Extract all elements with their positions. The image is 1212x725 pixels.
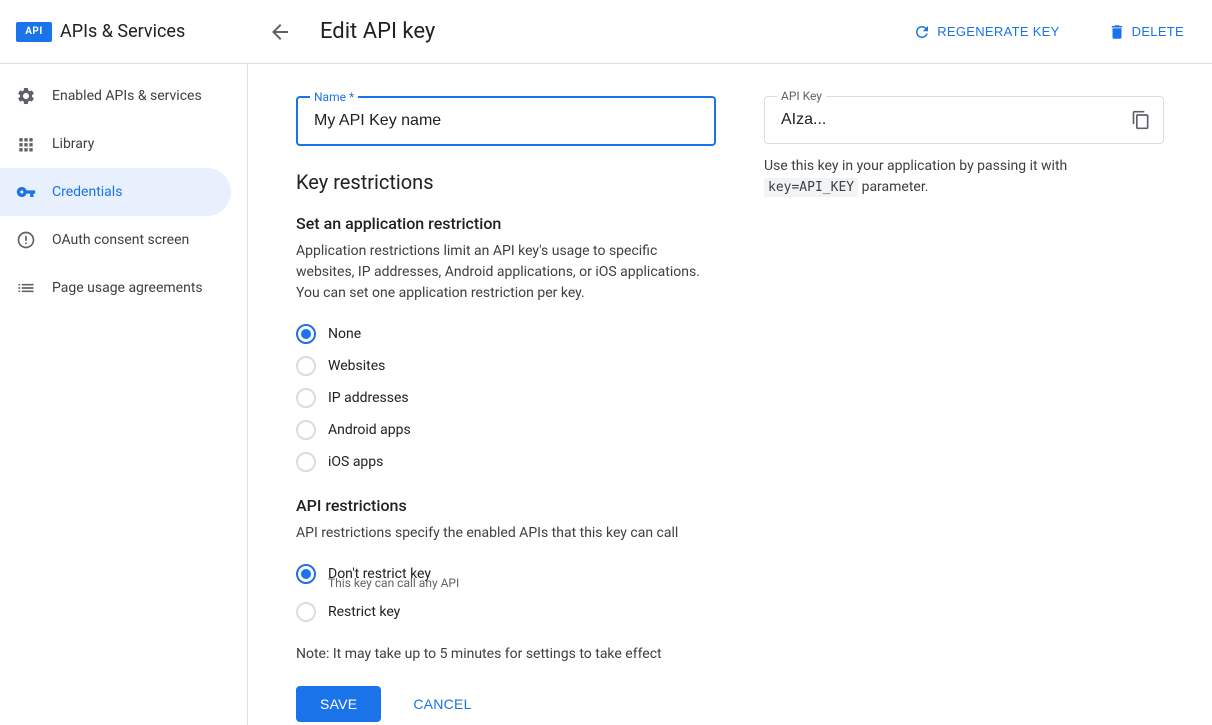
radio-ios-input[interactable] (296, 452, 316, 472)
gear-icon (16, 86, 36, 106)
name-label: Name * (310, 90, 358, 104)
radio-none-label: None (328, 326, 361, 342)
app-restriction-title: Set an application restriction (296, 214, 716, 233)
radio-dont-restrict-sublabel: This key can call any API (328, 576, 716, 590)
radio-ip[interactable]: IP addresses (296, 388, 716, 408)
api-key-hint-code: key=API_KEY (764, 178, 858, 197)
delete-button[interactable]: DELETE (1096, 15, 1196, 49)
api-key-hint-text: Use this key in your application by pass… (764, 158, 1067, 174)
api-key-hint-suffix: parameter. (862, 179, 929, 195)
radio-none-input[interactable] (296, 324, 316, 344)
cancel-button[interactable]: CANCEL (389, 686, 495, 722)
delete-label: DELETE (1132, 24, 1184, 39)
sidebar-item-enabled-apis[interactable]: Enabled APIs & services (0, 72, 231, 120)
radio-ip-label: IP addresses (328, 390, 409, 406)
radio-android-label: Android apps (328, 422, 411, 438)
api-key-field: API Key (764, 96, 1164, 144)
api-radio-dont-restrict-container: Don't restrict key This key can call any… (296, 564, 716, 590)
api-key-label: API Key (777, 89, 826, 103)
app-title: APIs & Services (60, 21, 185, 42)
radio-websites-label: Websites (328, 358, 385, 374)
grid-icon (16, 134, 36, 154)
api-logo: API (16, 22, 52, 42)
name-text-field: Name * (296, 96, 716, 146)
api-restrictions-desc: API restrictions specify the enabled API… (296, 523, 716, 544)
api-restrictions-section: API restrictions API restrictions specif… (296, 496, 716, 622)
radio-websites[interactable]: Websites (296, 356, 716, 376)
api-key-hint: Use this key in your application by pass… (764, 156, 1164, 198)
note-text: Note: It may take up to 5 minutes for se… (296, 646, 716, 662)
sidebar: Enabled APIs & services Library Credenti… (0, 64, 248, 725)
name-input[interactable] (298, 98, 714, 144)
app-restriction-section: Set an application restriction Applicati… (296, 214, 716, 472)
person-list-icon (16, 230, 36, 250)
regenerate-key-button[interactable]: REGENERATE KEY (901, 15, 1071, 49)
save-button[interactable]: SAVE (296, 686, 381, 722)
app-restriction-radio-group: None Websites IP addresses Android (296, 324, 716, 472)
logo-area: API APIs & Services (16, 21, 264, 42)
api-key-input[interactable] (765, 97, 1119, 143)
app-restriction-desc: Application restrictions limit an API ke… (296, 241, 716, 304)
key-restrictions-title: Key restrictions (296, 170, 716, 194)
main-layout: Enabled APIs & services Library Credenti… (0, 64, 1212, 725)
actions-row: SAVE CANCEL (296, 686, 716, 722)
radio-websites-input[interactable] (296, 356, 316, 376)
page-title: Edit API key (320, 19, 435, 44)
radio-none[interactable]: None (296, 324, 716, 344)
list-lines-icon (16, 278, 36, 298)
sidebar-label-oauth: OAuth consent screen (52, 232, 189, 248)
sidebar-label-enabled-apis: Enabled APIs & services (52, 88, 202, 104)
main-content: Name * Key restrictions Set an applicati… (248, 64, 1212, 725)
content-grid: Name * Key restrictions Set an applicati… (296, 96, 1164, 722)
api-restriction-radio-group: Don't restrict key This key can call any… (296, 564, 716, 622)
api-key-field-group: API Key Use this key in your application… (764, 96, 1164, 198)
sidebar-label-page-usage: Page usage agreements (52, 280, 203, 296)
radio-restrict-input[interactable] (296, 602, 316, 622)
sidebar-item-library[interactable]: Library (0, 120, 231, 168)
radio-restrict[interactable]: Restrict key (296, 602, 716, 622)
back-button[interactable] (264, 16, 296, 48)
radio-android-input[interactable] (296, 420, 316, 440)
left-column: Name * Key restrictions Set an applicati… (296, 96, 716, 722)
sidebar-item-oauth[interactable]: OAuth consent screen (0, 216, 231, 264)
regenerate-label: REGENERATE KEY (937, 24, 1059, 39)
radio-dont-restrict-input[interactable] (296, 564, 316, 584)
api-restrictions-title: API restrictions (296, 496, 716, 515)
radio-ios-label: iOS apps (328, 454, 383, 470)
sidebar-label-library: Library (52, 136, 94, 152)
sidebar-label-credentials: Credentials (52, 184, 122, 200)
top-header: API APIs & Services Edit API key REGENER… (0, 0, 1212, 64)
radio-ip-input[interactable] (296, 388, 316, 408)
sidebar-item-credentials[interactable]: Credentials (0, 168, 231, 216)
sidebar-item-page-usage[interactable]: Page usage agreements (0, 264, 231, 312)
right-column: API Key Use this key in your application… (764, 96, 1164, 722)
copy-api-key-button[interactable] (1119, 102, 1163, 138)
key-icon (16, 182, 36, 202)
radio-restrict-label: Restrict key (328, 604, 400, 620)
name-field-group: Name * (296, 96, 716, 146)
radio-android[interactable]: Android apps (296, 420, 716, 440)
header-actions: Edit API key REGENERATE KEY DELETE (264, 15, 1196, 49)
radio-ios[interactable]: iOS apps (296, 452, 716, 472)
